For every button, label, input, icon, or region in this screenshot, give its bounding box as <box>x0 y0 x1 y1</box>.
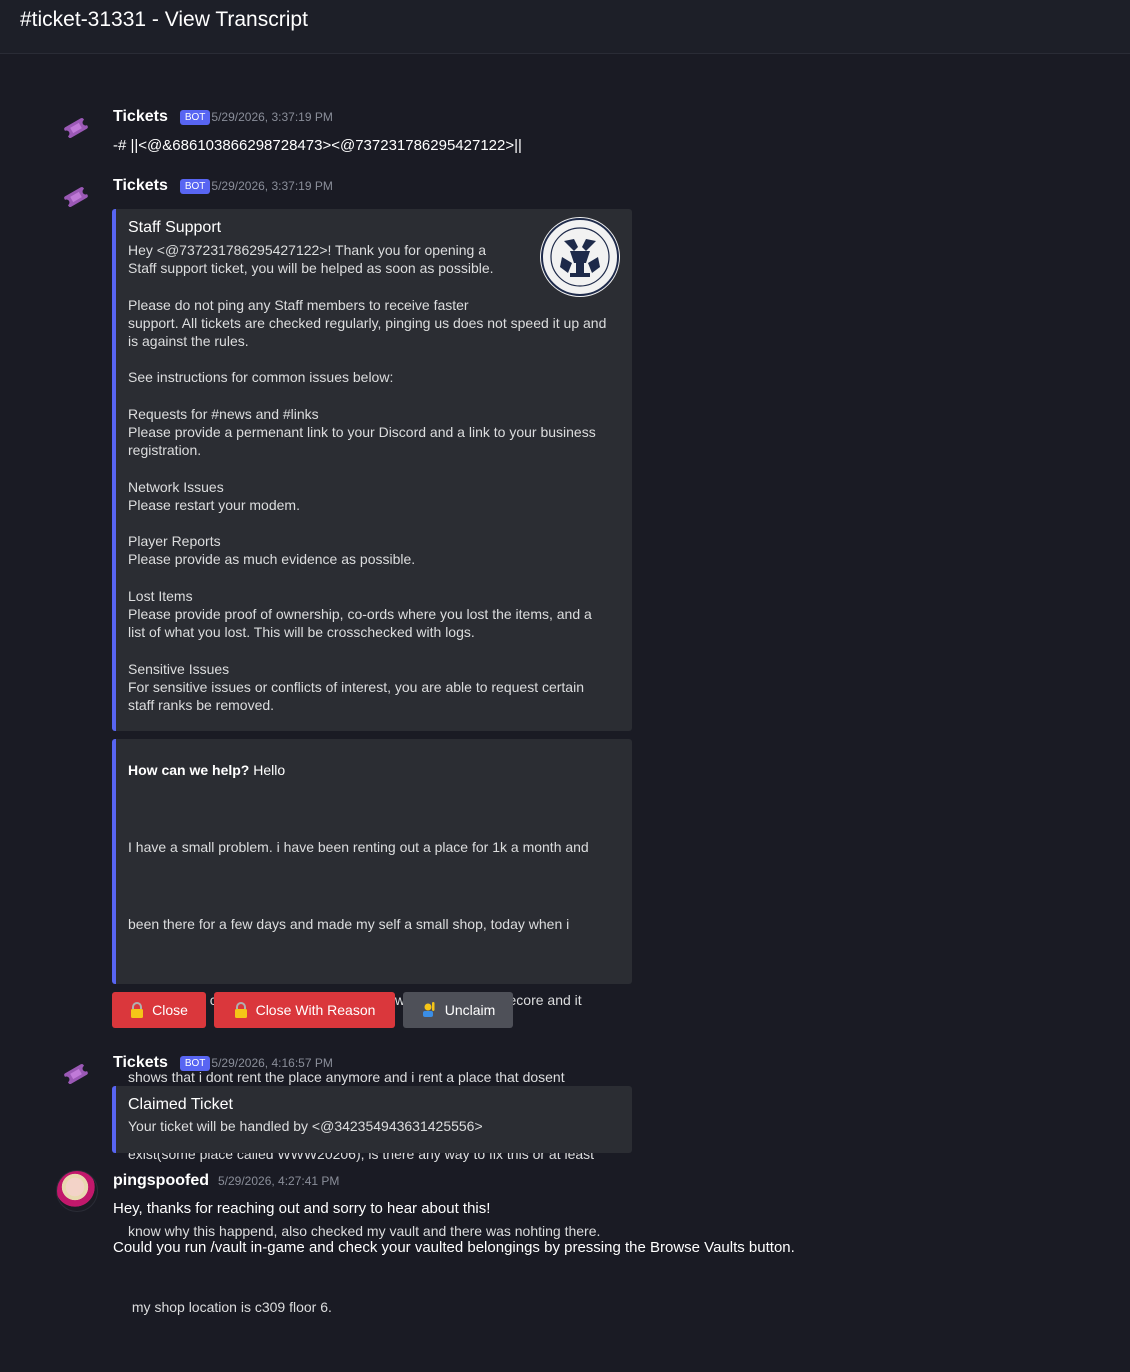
form-answer-line: been there for a few days and made my se… <box>128 915 570 932</box>
message-timestamp: 5/29/2026, 4:27:41 PM <box>217 1174 340 1188</box>
lock-icon <box>130 1002 144 1018</box>
ticket-bot-avatar-icon <box>58 110 94 146</box>
message-timestamp: 5/29/2026, 3:37:19 PM <box>211 179 333 193</box>
user-avatar[interactable] <box>56 1170 98 1212</box>
unclaim-button-label: Unclaim <box>444 1002 496 1018</box>
channel-title: #ticket-31331 - View Transcript <box>20 8 308 31</box>
raising-hand-icon <box>421 1001 437 1020</box>
close-with-reason-button[interactable]: Close With Reason <box>214 992 395 1028</box>
embed-description: Hey <@737231786295427122>! Thank you for… <box>128 242 607 714</box>
form-answer-line: I have a small problem. i have been rent… <box>128 838 589 855</box>
message-line: Could you run /vault in-game and check y… <box>113 1239 795 1256</box>
message-author[interactable]: Tickets <box>113 108 168 126</box>
message-timestamp: 5/29/2026, 4:16:57 PM <box>211 1056 333 1070</box>
form-question: How can we help? <box>128 762 250 778</box>
form-answer-line: my shop location is c309 floor 6. <box>128 1299 332 1316</box>
staff-support-embed: Staff Support Hey <@737231786295427122>!… <box>112 209 632 731</box>
ticket-bot-avatar-icon <box>58 179 94 215</box>
message-content: -# ||<@&686103866298728473><@73723178629… <box>113 137 522 154</box>
lock-icon <box>234 1002 248 1018</box>
message-timestamp: 5/29/2026, 3:37:19 PM <box>211 110 333 124</box>
close-button[interactable]: Close <box>112 992 206 1028</box>
channel-header: #ticket-31331 - View Transcript <box>0 0 1130 54</box>
message-author[interactable]: Tickets <box>113 1054 168 1072</box>
message-line: Hey, thanks for reaching out and sorry t… <box>113 1200 491 1217</box>
embed-description: Your ticket will be handled by <@3423549… <box>128 1118 483 1134</box>
bot-badge: BOT <box>179 109 211 125</box>
message-author[interactable]: pingspoofed <box>113 1172 209 1190</box>
unclaim-button[interactable]: Unclaim <box>403 992 513 1028</box>
message-content: Hey, thanks for reaching out and sorry t… <box>113 1189 795 1267</box>
message-author[interactable]: Tickets <box>113 177 168 195</box>
action-row: Close Close With Reason Unclaim <box>0 992 1130 1028</box>
bot-badge: BOT <box>179 1055 211 1071</box>
claimed-ticket-embed: Claimed Ticket Your ticket will be handl… <box>112 1086 632 1153</box>
ticket-form-embed: How can we help? Hello I have a small pr… <box>112 739 632 1315</box>
embed-title: Claimed Ticket <box>128 1096 233 1113</box>
close-with-reason-button-label: Close With Reason <box>255 1002 376 1018</box>
ticket-bot-avatar-icon <box>58 1056 94 1092</box>
bot-badge: BOT <box>179 178 211 194</box>
staff-team-logo-icon <box>540 217 620 297</box>
close-button-label: Close <box>152 1002 188 1018</box>
form-answer-first: Hello <box>249 762 286 778</box>
